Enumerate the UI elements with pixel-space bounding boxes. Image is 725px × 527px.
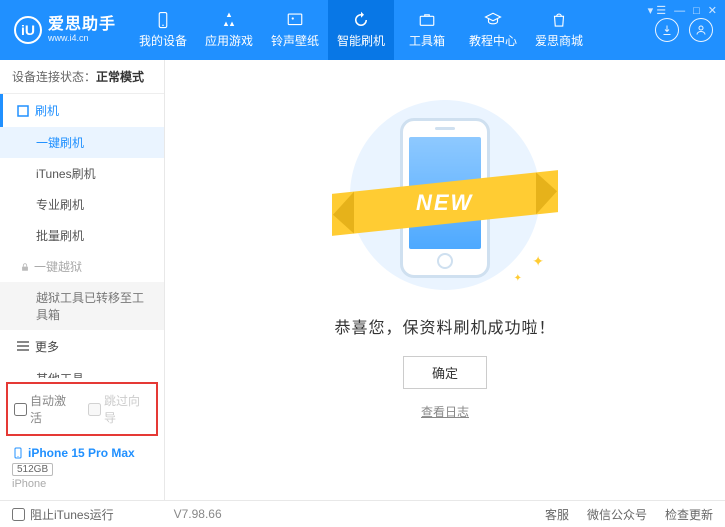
auto-activate-checkbox[interactable]: 自动激活 xyxy=(14,392,76,426)
logo-sub: www.i4.cn xyxy=(48,34,116,44)
nav-toolbox[interactable]: 工具箱 xyxy=(394,0,460,60)
footer-wechat[interactable]: 微信公众号 xyxy=(587,506,647,523)
window-controls: ▾ ☰ — □ ✕ xyxy=(648,4,717,17)
nav-my-device[interactable]: 我的设备 xyxy=(130,0,196,60)
bag-icon xyxy=(548,11,570,29)
version-label: V7.98.66 xyxy=(174,507,222,521)
apps-icon xyxy=(218,11,240,29)
nav-apps[interactable]: 应用游戏 xyxy=(196,0,262,60)
logo-icon: iU xyxy=(14,16,42,44)
phone-small-icon xyxy=(12,446,24,460)
menu-more-root[interactable]: 更多 xyxy=(0,330,164,363)
menu-itunes-flash[interactable]: iTunes刷机 xyxy=(0,158,164,189)
nav-store[interactable]: 爱思商城 xyxy=(526,0,592,60)
phone-icon xyxy=(152,11,174,29)
menu-flash-root[interactable]: 刷机 xyxy=(0,94,164,127)
device-type: iPhone xyxy=(12,478,152,490)
list-icon xyxy=(17,341,29,353)
skip-guide-checkbox[interactable]: 跳过向导 xyxy=(88,392,150,426)
menu-batch-flash[interactable]: 批量刷机 xyxy=(0,220,164,251)
logo: iU 爱思助手 www.i4.cn xyxy=(0,16,130,44)
ok-button[interactable]: 确定 xyxy=(403,356,487,389)
view-log-link[interactable]: 查看日志 xyxy=(421,403,469,420)
top-nav: 我的设备 应用游戏 铃声壁纸 智能刷机 工具箱 教程中心 爱思商城 xyxy=(130,0,592,60)
footer: 阻止iTunes运行 V7.98.66 客服 微信公众号 检查更新 xyxy=(0,500,725,527)
download-button[interactable] xyxy=(655,18,679,42)
flash-options-box: 自动激活 跳过向导 xyxy=(6,382,158,436)
graduation-icon xyxy=(482,11,504,29)
maximize-icon[interactable]: □ xyxy=(693,5,700,17)
user-button[interactable] xyxy=(689,18,713,42)
block-itunes-checkbox[interactable]: 阻止iTunes运行 xyxy=(12,506,114,523)
nav-flash[interactable]: 智能刷机 xyxy=(328,0,394,60)
menu-icon[interactable]: ▾ ☰ xyxy=(648,4,666,17)
briefcase-icon xyxy=(416,11,438,29)
refresh-icon xyxy=(350,11,372,29)
menu-jailbreak-root[interactable]: 一键越狱 xyxy=(0,251,164,282)
main-content: NEW ✦✦ 恭喜您，保资料刷机成功啦！ 确定 查看日志 xyxy=(165,60,725,500)
connection-status: 设备连接状态：正常模式 xyxy=(0,60,164,94)
menu-pro-flash[interactable]: 专业刷机 xyxy=(0,189,164,220)
menu-onekey-flash[interactable]: 一键刷机 xyxy=(0,127,164,158)
sidebar: 设备连接状态：正常模式 刷机 一键刷机 iTunes刷机 专业刷机 批量刷机 一… xyxy=(0,60,165,500)
picture-icon xyxy=(284,11,306,29)
storage-badge: 512GB xyxy=(12,463,53,476)
header-right xyxy=(655,18,725,42)
menu-other-tools[interactable]: 其他工具 xyxy=(0,363,164,378)
logo-title: 爱思助手 xyxy=(48,16,116,34)
footer-update[interactable]: 检查更新 xyxy=(665,506,713,523)
lock-icon xyxy=(20,262,30,272)
square-icon xyxy=(17,105,29,117)
menu-jailbreak-moved: 越狱工具已转移至工具箱 xyxy=(0,282,164,330)
sidebar-menu: 刷机 一键刷机 iTunes刷机 专业刷机 批量刷机 一键越狱 越狱工具已转移至… xyxy=(0,94,164,378)
nav-tutorial[interactable]: 教程中心 xyxy=(460,0,526,60)
close-icon[interactable]: ✕ xyxy=(708,4,717,17)
success-message: 恭喜您，保资料刷机成功啦！ xyxy=(334,314,555,338)
success-illustration: NEW ✦✦ xyxy=(340,100,550,290)
device-info[interactable]: iPhone 15 Pro Max 512GB iPhone xyxy=(0,440,164,500)
minimize-icon[interactable]: — xyxy=(674,5,685,17)
app-header: ▾ ☰ — □ ✕ iU 爱思助手 www.i4.cn 我的设备 应用游戏 铃声… xyxy=(0,0,725,60)
footer-support[interactable]: 客服 xyxy=(545,506,569,523)
nav-ringtone[interactable]: 铃声壁纸 xyxy=(262,0,328,60)
